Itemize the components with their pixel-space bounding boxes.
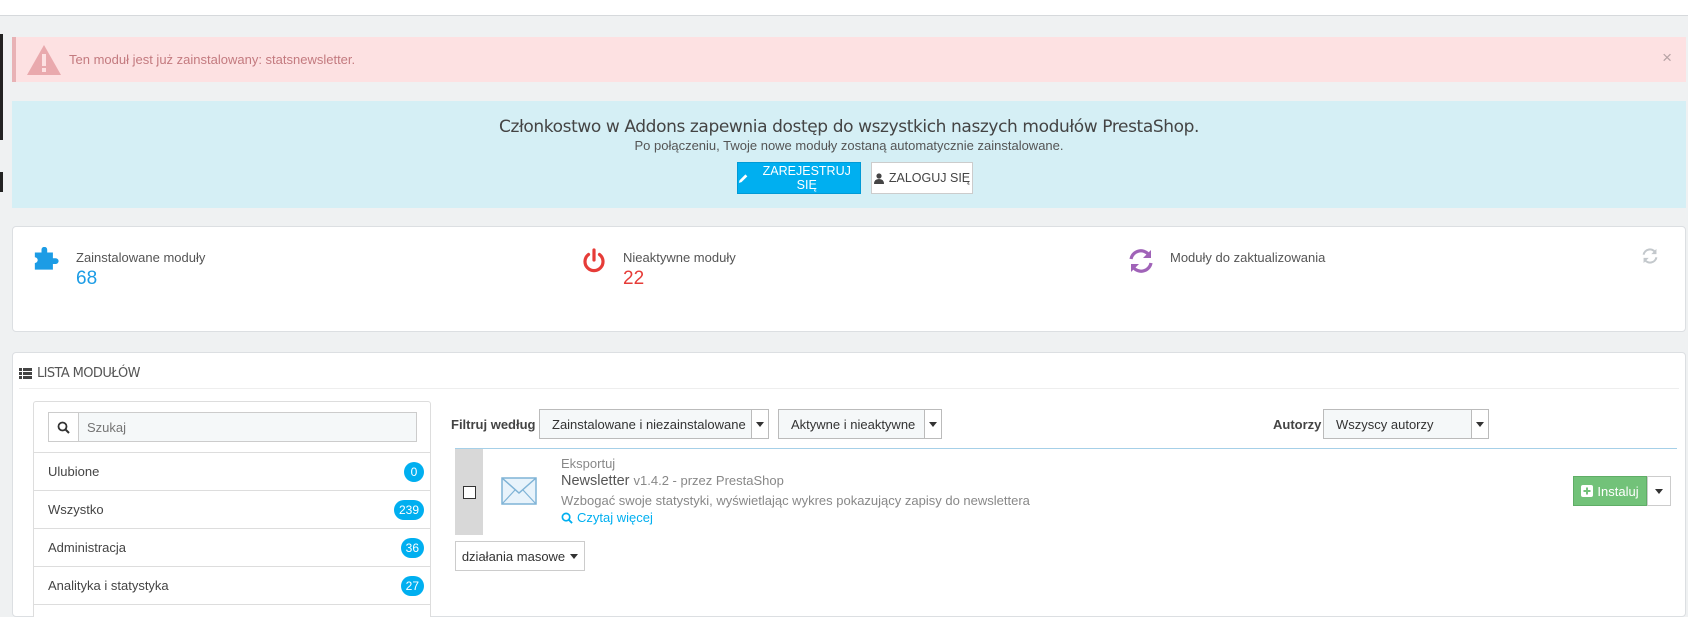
module-checkbox[interactable] — [462, 485, 476, 499]
chevron-down-icon — [924, 410, 941, 438]
stat-installed-value: 68 — [76, 268, 98, 289]
envelope-icon — [501, 477, 537, 505]
category-item-favorites[interactable]: Ulubione 0 — [34, 452, 430, 490]
caret-down-icon — [1655, 488, 1663, 494]
authors-select[interactable]: Wszyscy autorzy — [1323, 409, 1489, 439]
stat-installed-label: Zainstalowane moduły — [76, 250, 206, 265]
module-category: Eksportuj — [561, 456, 616, 471]
module-list-panel: LISTA MODUŁÓW Ulubione 0 Wszystko 239 Ad… — [12, 352, 1686, 617]
category-sidebar: Ulubione 0 Wszystko 239 Administracja 36… — [33, 401, 431, 617]
active-state-select[interactable]: Aktywne i nieaktywne — [778, 409, 942, 439]
stat-inactive-label: Nieaktywne moduły — [623, 250, 736, 265]
install-state-select[interactable]: Zainstalowane i niezainstalowane — [539, 409, 769, 439]
addons-banner: Członkostwo w Addons zapewnia dostęp do … — [12, 101, 1686, 208]
power-icon — [583, 248, 605, 273]
refresh-icon[interactable] — [1641, 247, 1659, 265]
left-edge — [0, 34, 3, 140]
category-label: Analityka i statystyka — [48, 578, 169, 593]
module-stats: Zainstalowane moduły 68 Nieaktywne moduł… — [12, 226, 1686, 332]
error-alert: Ten moduł jest już zainstalowany: statsn… — [12, 37, 1686, 82]
category-label: Ulubione — [48, 464, 100, 479]
module-name: Newsletter — [561, 473, 630, 489]
caret-down-icon — [570, 553, 579, 559]
module-description: Wzbogać swoje statystyki, wyświetlając w… — [561, 493, 1030, 508]
install-state-value: Zainstalowane i niezainstalowane — [552, 416, 746, 432]
plus-square-icon — [1581, 485, 1594, 497]
search-input[interactable] — [79, 413, 416, 441]
search-box — [48, 412, 417, 442]
left-edge — [0, 172, 3, 192]
authors-label: Autorzy — [1273, 417, 1322, 432]
panel-heading: LISTA MODUŁÓW — [19, 359, 1679, 389]
alert-message: Ten moduł jest już zainstalowany: statsn… — [69, 52, 356, 67]
warning-icon — [27, 45, 61, 75]
count-badge: 0 — [404, 461, 424, 482]
bulk-actions-label: działania masowe — [461, 548, 566, 564]
bulk-actions-button[interactable]: działania masowe — [455, 541, 585, 571]
stat-inactive-value: 22 — [623, 268, 645, 289]
category-item-all[interactable]: Wszystko 239 — [34, 490, 430, 528]
user-icon — [873, 172, 884, 184]
chevron-down-icon — [751, 410, 768, 438]
category-item-analytics[interactable]: Analityka i statystyka 27 — [34, 566, 430, 604]
read-more-link[interactable]: Czytaj więcej — [561, 510, 653, 525]
count-badge: 36 — [400, 537, 424, 558]
active-state-value: Aktywne i nieaktywne — [791, 416, 916, 432]
install-dropdown-toggle[interactable] — [1647, 476, 1671, 506]
authors-value: Wszyscy autorzy — [1336, 416, 1434, 432]
register-label: ZAREJESTRUJ SIĘ — [762, 164, 851, 192]
count-badge: 239 — [393, 499, 424, 520]
login-label: ZALOGUJ SIĘ — [888, 171, 971, 185]
module-title: Newsletter v1.4.2 - przez PrestaShop — [561, 473, 784, 489]
chevron-down-icon — [1471, 410, 1488, 438]
read-more-label: Czytaj więcej — [577, 510, 653, 525]
top-bar — [0, 0, 1688, 16]
category-label: Administracja — [48, 540, 127, 555]
filter-label: Filtruj według — [451, 417, 536, 432]
login-button[interactable]: ZALOGUJ SIĘ — [871, 162, 973, 194]
module-row: Eksportuj Newsletter v1.4.2 - przez Pres… — [455, 448, 1677, 535]
stat-to-update-label: Moduły do zaktualizowania — [1170, 250, 1326, 265]
addons-title: Członkostwo w Addons zapewnia dostęp do … — [498, 117, 1200, 137]
install-label: Instaluj — [1597, 483, 1639, 499]
install-button[interactable]: Instaluj — [1573, 476, 1647, 506]
refresh-icon — [1129, 249, 1153, 273]
filter-bar: Filtruj według Zainstalowane i niezainst… — [451, 409, 1671, 439]
search-icon — [49, 413, 79, 441]
close-icon[interactable]: × — [1662, 48, 1672, 68]
list-icon — [19, 368, 32, 379]
panel-title: LISTA MODUŁÓW — [37, 366, 140, 381]
search-icon — [561, 512, 573, 524]
category-list: Ulubione 0 Wszystko 239 Administracja 36… — [34, 452, 430, 617]
pencil-icon — [738, 173, 748, 183]
category-label: Wszystko — [48, 502, 104, 517]
addons-subtitle: Po połączeniu, Twoje nowe moduły zostaną… — [634, 138, 1064, 153]
count-badge: 27 — [400, 575, 424, 596]
module-version: v1.4.2 - przez PrestaShop — [633, 473, 784, 488]
register-button[interactable]: ZAREJESTRUJ SIĘ — [737, 162, 861, 194]
puzzle-icon — [34, 247, 59, 270]
module-checkbox-cell — [455, 449, 483, 535]
category-item-partial[interactable] — [34, 604, 430, 617]
category-item-administration[interactable]: Administracja 36 — [34, 528, 430, 566]
